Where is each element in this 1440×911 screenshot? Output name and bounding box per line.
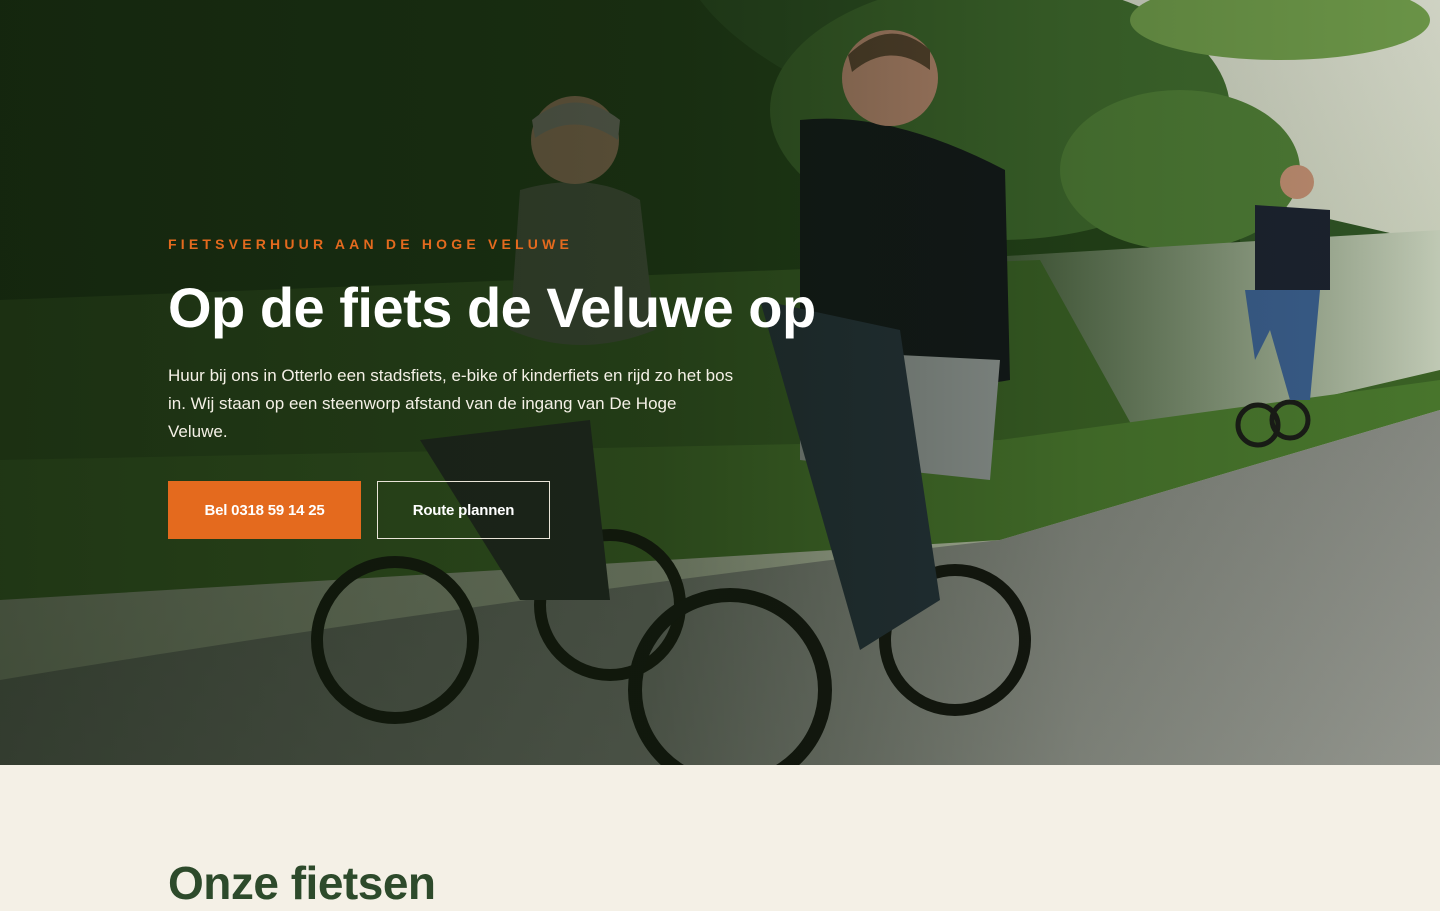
bikes-section: Onze fietsen [0, 765, 1440, 909]
hero-eyebrow: FIETSVERHUUR AAN DE HOGE VELUWE [168, 236, 574, 252]
plan-route-button[interactable]: Route plannen [377, 481, 550, 539]
hero-title: Op de fiets de Veluwe op [168, 276, 816, 339]
call-button[interactable]: Bel 0318 59 14 25 [168, 481, 361, 539]
hero-content: FIETSVERHUUR AAN DE HOGE VELUWE Op de fi… [168, 236, 816, 539]
section-title: Onze fietsen [168, 857, 436, 909]
hero-actions: Bel 0318 59 14 25 Route plannen [168, 481, 788, 539]
hero-description: Huur bij ons in Otterlo een stadsfiets, … [168, 366, 734, 441]
hero-section: FIETSVERHUUR AAN DE HOGE VELUWE Op de fi… [0, 0, 1440, 765]
